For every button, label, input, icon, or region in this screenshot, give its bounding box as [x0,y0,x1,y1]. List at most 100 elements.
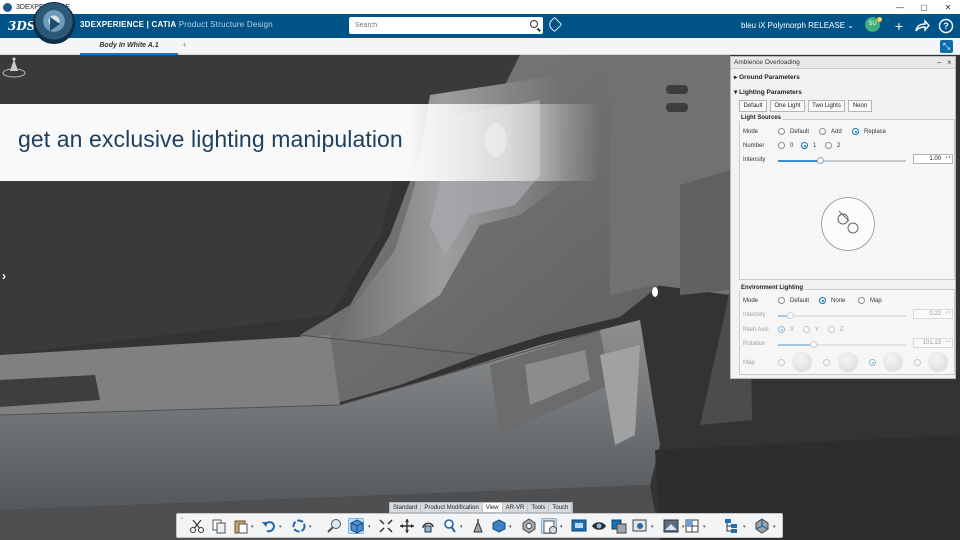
map-1-thumbnail[interactable] [792,352,812,372]
intensity-slider[interactable] [778,157,906,164]
compass-dropdown-icon[interactable]: ▾ [773,524,776,530]
normal-view-icon[interactable] [470,518,486,534]
map-3-thumbnail[interactable] [883,352,903,372]
env-intensity-slider[interactable] [778,312,906,319]
preset-one-light-button[interactable]: One Light [770,100,805,112]
rotate-icon[interactable] [420,518,436,534]
share-icon[interactable] [913,17,931,35]
map-1-radio[interactable] [778,359,785,366]
minimize-button[interactable]: — [888,3,912,12]
number-2-label: 2 [837,143,841,149]
add-icon[interactable]: + [890,17,908,35]
axis-z-radio[interactable] [828,326,835,333]
capture-icon[interactable] [571,518,587,534]
preset-default-button[interactable]: Default [739,100,767,112]
toolbar-collapse-icon[interactable]: ⌃ [180,517,184,523]
undo-dropdown-icon[interactable]: ▾ [279,524,282,530]
axis-y-radio[interactable] [803,326,810,333]
caption-text: get an exclusive lighting manipulation [18,126,403,152]
screen-split-icon[interactable] [663,518,679,534]
paste-icon[interactable] [233,518,249,534]
env-mode-default-radio[interactable] [778,297,785,304]
map-3-radio[interactable] [869,359,876,366]
axis-x-radio[interactable] [778,326,785,333]
tag-icon[interactable] [546,16,563,33]
tab-standard[interactable]: Standard [390,503,422,512]
rotation-slider[interactable] [778,341,906,348]
tab-touch[interactable]: Touch [549,503,573,512]
preset-neon-button[interactable]: Neon [848,100,872,112]
env-intensity-spinner[interactable]: 0.22 [913,309,953,319]
view-dropdown-icon[interactable]: ▾ [368,524,371,530]
help-icon[interactable]: ? [937,17,955,35]
search-icon[interactable] [530,20,538,28]
panel-close-button[interactable]: × [947,57,952,69]
expand-tree-icon[interactable]: › [2,269,6,283]
tab-tools[interactable]: Tools [528,503,550,512]
tree-icon[interactable] [724,518,740,534]
light-direction-dial[interactable] [821,197,875,251]
multi-view-icon[interactable] [684,518,700,534]
map-4-radio[interactable] [914,359,921,366]
maximize-button[interactable]: ▢ [912,3,936,12]
render-icon[interactable] [632,518,648,534]
add-tab-button[interactable]: + [182,40,187,50]
iso-dropdown-icon[interactable]: ▾ [509,524,512,530]
panel-minimize-button[interactable]: – [937,57,941,69]
rotation-spinner[interactable]: 101.13 [913,338,953,348]
ambience-dropdown-icon[interactable]: ▾ [560,524,563,530]
mode-add-radio[interactable] [819,128,826,135]
env-mode-none-radio[interactable] [819,297,826,304]
environment-lighting-label: Environment Lighting [739,285,805,291]
swap-icon[interactable] [611,518,627,534]
update-icon[interactable] [291,518,307,534]
close-button[interactable]: ✕ [936,3,960,12]
number-1-radio[interactable] [801,142,808,149]
copy-icon[interactable] [211,518,227,534]
intensity-slider-handle[interactable] [816,157,824,164]
preset-two-lights-button[interactable]: Two Lights [808,100,845,112]
tree-dropdown-icon[interactable]: ▾ [743,524,746,530]
iso-view-icon[interactable] [491,518,507,534]
light-sources-label: Light Sources [739,115,784,121]
compass-tool-icon[interactable] [754,518,770,534]
map-2-radio[interactable] [823,359,830,366]
fullscreen-icon[interactable]: ⤡ [940,40,953,53]
lighting-parameters-header[interactable]: ▾ Lighting Parameters [734,88,802,96]
zoom-icon[interactable] [442,518,458,534]
number-2-radio[interactable] [825,142,832,149]
mode-replace-radio[interactable] [852,128,859,135]
search-input[interactable] [349,22,519,29]
user-menu[interactable]: bleu iX Polymorph RELEASE ⌄ [741,21,854,30]
paste-dropdown-icon[interactable]: ▾ [251,524,254,530]
cut-icon[interactable] [189,518,205,534]
hide-show-icon[interactable] [591,518,607,534]
mode-default-radio[interactable] [778,128,785,135]
ground-parameters-header[interactable]: ▸ Ground Parameters [734,73,800,81]
tab-body-in-white[interactable]: Body In White A.1 [80,38,178,55]
ambience-icon[interactable] [541,518,557,534]
render-dropdown-icon[interactable]: ▾ [651,524,654,530]
intensity-label: Intensity [743,157,766,163]
lamp-icon[interactable] [822,198,876,252]
view-cube-icon[interactable] [348,518,364,534]
number-0-radio[interactable] [778,142,785,149]
render-style-icon[interactable] [521,518,537,534]
zoom-dropdown-icon[interactable]: ▾ [460,524,463,530]
update-dropdown-icon[interactable]: ▾ [309,524,312,530]
tab-ar-vr[interactable]: AR-VR [503,503,529,512]
pan-icon[interactable] [399,518,415,534]
mini-compass-icon[interactable] [0,55,28,79]
compass-icon[interactable] [33,2,75,44]
map-4-thumbnail[interactable] [928,352,948,372]
tab-view[interactable]: View [482,503,503,512]
multi-view-dropdown-icon[interactable]: ▾ [703,524,706,530]
zoom-area-icon[interactable] [327,518,343,534]
map-2-thumbnail[interactable] [838,352,858,372]
env-mode-map-label: Map [870,298,882,304]
tab-product-modification[interactable]: Product Modification [421,503,483,512]
env-mode-map-radio[interactable] [858,297,865,304]
intensity-spinner[interactable]: 1.00 [913,154,953,164]
fit-all-icon[interactable] [378,518,394,534]
undo-icon[interactable] [261,518,277,534]
